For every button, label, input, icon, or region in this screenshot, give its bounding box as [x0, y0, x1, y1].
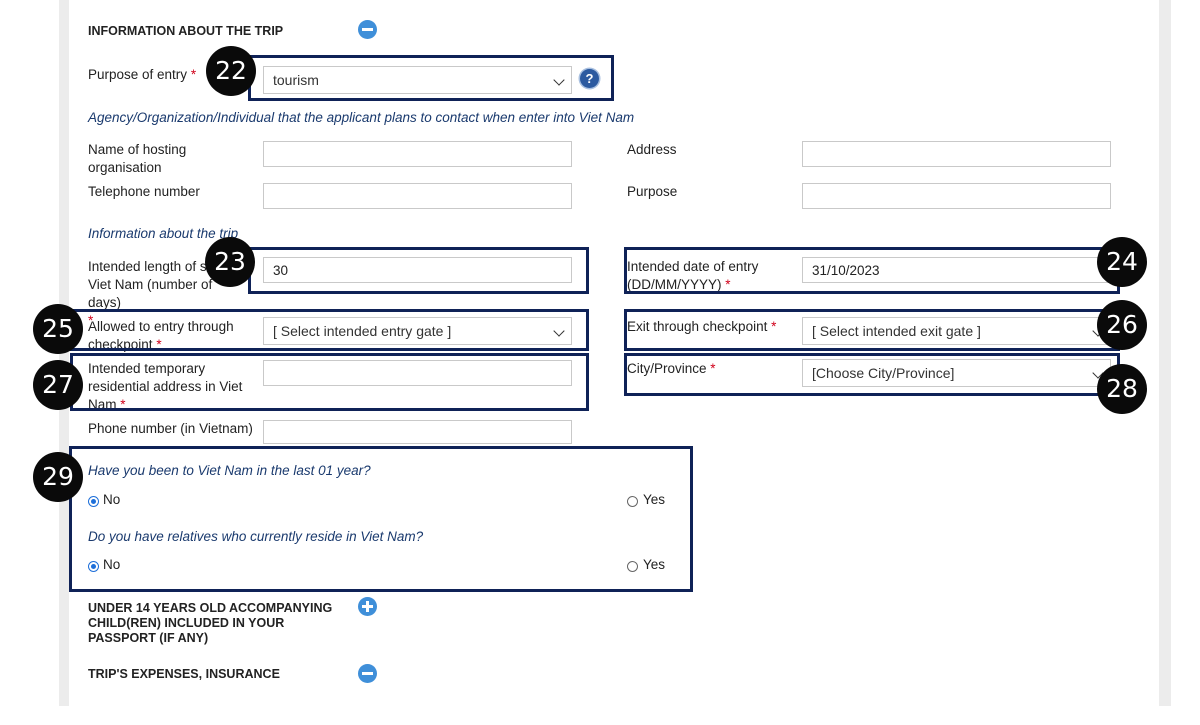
expand-children-button[interactable]: [358, 597, 377, 616]
hosting-input[interactable]: [263, 141, 572, 167]
section-title-expenses: TRIP'S EXPENSES, INSURANCE: [88, 667, 280, 681]
step-badge-26: 26: [1097, 300, 1147, 350]
step-badge-22: 22: [206, 46, 256, 96]
section-title-children: UNDER 14 YEARS OLD ACCOMPANYING CHILD(RE…: [88, 601, 333, 645]
plus-vertical-bar: [366, 601, 369, 612]
highlight-box-28: [624, 353, 1120, 396]
address-label: Address: [627, 142, 677, 157]
highlight-box-27: [70, 353, 589, 411]
step-badge-29: 29: [33, 452, 83, 502]
step-badge-28: 28: [1097, 364, 1147, 414]
purpose-label: Purpose of entry *: [88, 67, 197, 82]
telephone-label: Telephone number: [88, 184, 200, 199]
telephone-input[interactable]: [263, 183, 572, 209]
hosting-label: Name of hosting organisation: [88, 142, 187, 175]
address-input[interactable]: [802, 141, 1111, 167]
collapse-trip-button[interactable]: [358, 20, 377, 39]
step-badge-23: 23: [205, 237, 255, 287]
step-badge-25: 25: [33, 304, 83, 354]
minus-circle-icon: [362, 28, 373, 31]
agency-purpose-label: Purpose: [627, 184, 678, 199]
trip-heading: Information about the trip: [88, 226, 239, 241]
step-badge-27: 27: [33, 360, 83, 410]
right-gutter: [1159, 0, 1171, 706]
phone-label: Phone number (in Vietnam): [88, 421, 253, 436]
collapse-expenses-button[interactable]: [358, 664, 377, 683]
agency-purpose-input[interactable]: [802, 183, 1111, 209]
highlight-box-23: [248, 247, 589, 294]
highlight-box-24: [624, 247, 1120, 294]
phone-input[interactable]: [263, 420, 572, 444]
step-badge-24: 24: [1097, 237, 1147, 287]
section-title-trip: INFORMATION ABOUT THE TRIP: [88, 24, 284, 38]
minus-circle-icon: [362, 672, 373, 675]
highlight-box-26: [624, 309, 1120, 351]
highlight-box-22: [248, 55, 614, 101]
highlight-box-25: [70, 309, 589, 351]
agency-heading: Agency/Organization/Individual that the …: [88, 110, 635, 125]
highlight-box-29: [69, 446, 693, 592]
